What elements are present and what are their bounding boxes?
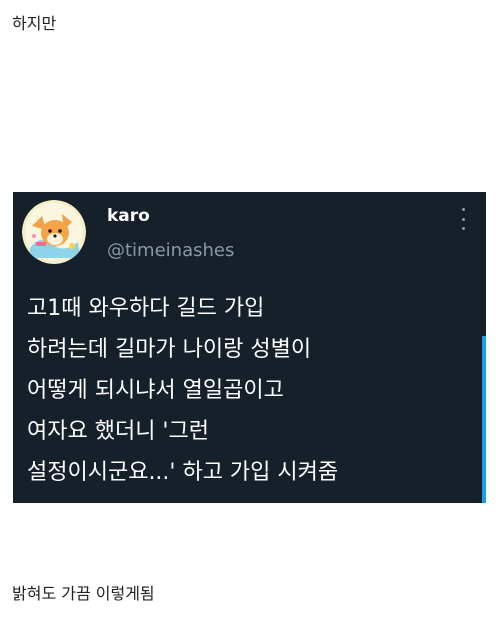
tweet-text-line: 어떻게 되시냐서 열일곱이고 xyxy=(27,378,284,403)
tweet-text-line: 여자요 했더니 '그런 xyxy=(27,419,209,444)
tweet-text-line: 고1때 와우하다 길드 가입 xyxy=(27,296,265,321)
avatar[interactable] xyxy=(22,200,86,264)
more-options-icon[interactable] xyxy=(458,208,468,230)
tweet-text: 고1때 와우하다 길드 가입 하려는데 길마가 나이랑 성별이 어떻게 되시냐서… xyxy=(27,288,477,493)
intro-text: 하지만 xyxy=(12,14,57,33)
scrollbar[interactable] xyxy=(482,336,486,503)
outro-text: 밝혀도 가끔 이렇게됨 xyxy=(12,584,155,603)
post-page: 하지만 karo @timeinashes 고1때 와우하다 길드 가입 하려는… xyxy=(0,0,500,637)
tweet-text-line: 설정이시군요...' 하고 가입 시켜줌 xyxy=(27,460,339,485)
tweet-text-line: 하려는데 길마가 나이랑 성별이 xyxy=(27,337,312,362)
tweet-card[interactable]: karo @timeinashes 고1때 와우하다 길드 가입 하려는데 길마… xyxy=(13,192,486,503)
user-handle[interactable]: @timeinashes xyxy=(107,240,234,261)
display-name[interactable]: karo xyxy=(107,206,150,226)
fox-avatar-icon xyxy=(22,200,86,264)
